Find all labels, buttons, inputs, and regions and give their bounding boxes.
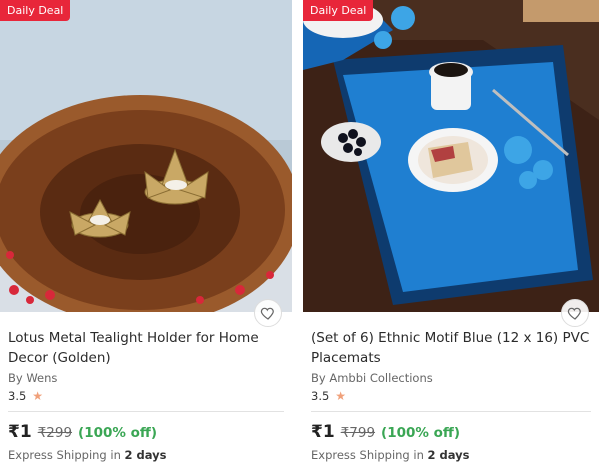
sale-price: ₹1 xyxy=(8,422,32,442)
daily-deal-badge: Daily Deal xyxy=(0,0,71,21)
product-brand: By Ambbi Collections xyxy=(311,371,433,385)
shipping-label: Express Shipping in xyxy=(8,448,121,462)
discount-percent: (100% off) xyxy=(78,425,157,441)
product-brand: By Wens xyxy=(8,371,58,385)
shipping-days: 2 days xyxy=(427,448,470,462)
daily-deal-badge: Daily Deal xyxy=(303,0,374,21)
wishlist-button[interactable] xyxy=(561,299,589,327)
product-image[interactable] xyxy=(0,0,292,312)
product-card[interactable]: Daily Deal Lotus Metal Tealight Holder f… xyxy=(0,0,292,469)
price-row: ₹1 ₹299 (100% off) xyxy=(8,422,284,442)
original-price: ₹799 xyxy=(340,425,376,441)
product-image[interactable] xyxy=(303,0,599,312)
divider xyxy=(8,411,284,412)
shipping-label: Express Shipping in xyxy=(311,448,424,462)
shipping-info: Express Shipping in 2 days xyxy=(8,448,284,462)
star-icon: ★ xyxy=(32,389,44,403)
product-card[interactable]: Daily Deal (Set of 6) Ethnic Motif Blue … xyxy=(303,0,599,469)
product-rating: 3.5 ★ xyxy=(311,389,591,403)
shipping-days: 2 days xyxy=(124,448,167,462)
heart-outline-icon xyxy=(567,307,581,320)
price-row: ₹1 ₹799 (100% off) xyxy=(311,422,591,442)
shipping-info: Express Shipping in 2 days xyxy=(311,448,591,462)
product-title[interactable]: (Set of 6) Ethnic Motif Blue (12 x 16) P… xyxy=(311,328,591,368)
star-icon: ★ xyxy=(335,389,347,403)
wishlist-button[interactable] xyxy=(254,299,282,327)
heart-outline-icon xyxy=(260,307,274,320)
sale-price: ₹1 xyxy=(311,422,335,442)
original-price: ₹299 xyxy=(37,425,73,441)
divider xyxy=(311,411,591,412)
product-rating: 3.5 ★ xyxy=(8,389,284,403)
rating-value: 3.5 xyxy=(311,389,330,403)
product-title[interactable]: Lotus Metal Tealight Holder for Home Dec… xyxy=(8,328,284,368)
discount-percent: (100% off) xyxy=(381,425,460,441)
rating-value: 3.5 xyxy=(8,389,27,403)
